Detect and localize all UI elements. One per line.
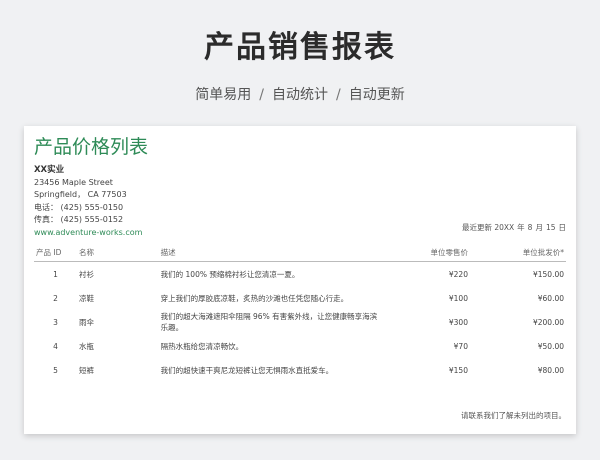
cell-name[interactable]: 雨伞 bbox=[77, 310, 159, 334]
col-header-id[interactable]: 产品 ID bbox=[34, 244, 77, 262]
table-row: 5 短裤 我们的超快速干爽尼龙短裤让您无惧雨水直抵爱车。 ¥150 ¥80.00 bbox=[34, 358, 566, 382]
tag-separator: / bbox=[259, 87, 264, 103]
feature-tag: 自动更新 bbox=[348, 87, 405, 103]
table-header-row: 产品 ID 名称 描述 单位零售价 单位批发价* bbox=[34, 244, 566, 262]
table-row: 2 凉鞋 穿上我们的厚胶底凉鞋，炙热的沙滩也任凭您随心行走。 ¥100 ¥60.… bbox=[34, 286, 566, 310]
cell-id[interactable]: 2 bbox=[34, 286, 77, 310]
price-table: 产品 ID 名称 描述 单位零售价 单位批发价* 1 衬衫 我们的 100% 预… bbox=[34, 244, 566, 382]
updated-year-suffix: 年 bbox=[517, 223, 525, 232]
cell-retail[interactable]: ¥220 bbox=[386, 262, 470, 287]
col-header-wholesale[interactable]: 单位批发价* bbox=[469, 244, 566, 262]
cell-name[interactable]: 水瓶 bbox=[77, 334, 159, 358]
company-phone: 电话： (425) 555-0150 bbox=[34, 202, 124, 212]
cell-retail[interactable]: ¥100 bbox=[386, 286, 470, 310]
company-info: XX实业 23456 Maple Street Springfield， CA … bbox=[34, 164, 142, 239]
cell-name[interactable]: 衬衫 bbox=[77, 262, 159, 287]
company-street: 23456 Maple Street bbox=[34, 177, 113, 187]
updated-month: 8 bbox=[527, 223, 533, 232]
cell-desc[interactable]: 我们的 100% 预缩棉衬衫让您清凉一夏。 bbox=[159, 262, 386, 287]
company-fax: 传真： (425) 555-0152 bbox=[34, 215, 124, 224]
cell-desc[interactable]: 我们的超大海滩遮阳伞阻隔 96% 有害紫外线，让您健康畅享海滨乐趣。 bbox=[159, 310, 386, 334]
col-header-name[interactable]: 名称 bbox=[76, 244, 159, 262]
company-name: XX实业 bbox=[34, 165, 65, 175]
company-website-link[interactable]: www.adventure-works.com bbox=[34, 227, 142, 240]
table-row: 3 雨伞 我们的超大海滩遮阳伞阻隔 96% 有害紫外线，让您健康畅享海滨乐趣。 … bbox=[34, 310, 566, 334]
cell-desc[interactable]: 隔热水瓶给您清凉畅饮。 bbox=[159, 334, 386, 358]
cell-id[interactable]: 4 bbox=[34, 334, 77, 358]
cell-wholesale[interactable]: ¥150.00 bbox=[470, 262, 566, 287]
cell-wholesale[interactable]: ¥50.00 bbox=[470, 334, 566, 358]
cell-retail[interactable]: ¥70 bbox=[386, 334, 470, 358]
cell-retail[interactable]: ¥300 bbox=[386, 310, 470, 334]
page-title: 产品销售报表 bbox=[204, 30, 396, 65]
table-row: 1 衬衫 我们的 100% 预缩棉衬衫让您清凉一夏。 ¥220 ¥150.00 bbox=[34, 262, 566, 287]
cell-wholesale[interactable]: ¥60.00 bbox=[470, 286, 566, 310]
tag-separator: / bbox=[336, 87, 341, 103]
cell-name[interactable]: 凉鞋 bbox=[77, 286, 159, 310]
price-list-sheet: 产品价格列表 XX实业 23456 Maple Street Springfie… bbox=[24, 126, 576, 434]
cell-wholesale[interactable]: ¥80.00 bbox=[470, 358, 566, 382]
table-row: 4 水瓶 隔热水瓶给您清凉畅饮。 ¥70 ¥50.00 bbox=[34, 334, 566, 358]
feature-tag: 自动统计 bbox=[272, 87, 328, 103]
feature-tags: 简单易用 / 自动统计 / 自动更新 bbox=[0, 84, 600, 104]
feature-tag: 简单易用 bbox=[195, 87, 252, 103]
updated-day-suffix: 日 bbox=[558, 223, 567, 232]
cell-id[interactable]: 3 bbox=[34, 310, 77, 334]
cell-id[interactable]: 5 bbox=[34, 358, 77, 382]
sheet-title: 产品价格列表 bbox=[34, 136, 149, 158]
updated-day: 15 bbox=[545, 223, 556, 232]
cell-wholesale[interactable]: ¥200.00 bbox=[470, 310, 566, 334]
updated-month-suffix: 月 bbox=[535, 223, 543, 232]
col-header-desc[interactable]: 描述 bbox=[158, 244, 386, 262]
footer-note: 请联系我们了解未列出的项目。 bbox=[461, 411, 566, 420]
last-updated: 最近更新 20XX 年 8 月 15 日 bbox=[459, 222, 566, 233]
col-header-retail[interactable]: 单位零售价 bbox=[386, 244, 470, 262]
cell-desc[interactable]: 我们的超快速干爽尼龙短裤让您无惧雨水直抵爱车。 bbox=[159, 358, 386, 382]
cell-desc[interactable]: 穿上我们的厚胶底凉鞋，炙热的沙滩也任凭您随心行走。 bbox=[159, 286, 386, 310]
company-city: Springfield， CA 77503 bbox=[34, 190, 127, 199]
cell-name[interactable]: 短裤 bbox=[77, 358, 159, 382]
updated-label: 最近更新 20XX bbox=[461, 223, 515, 232]
cell-id[interactable]: 1 bbox=[34, 262, 77, 287]
cell-retail[interactable]: ¥150 bbox=[386, 358, 470, 382]
